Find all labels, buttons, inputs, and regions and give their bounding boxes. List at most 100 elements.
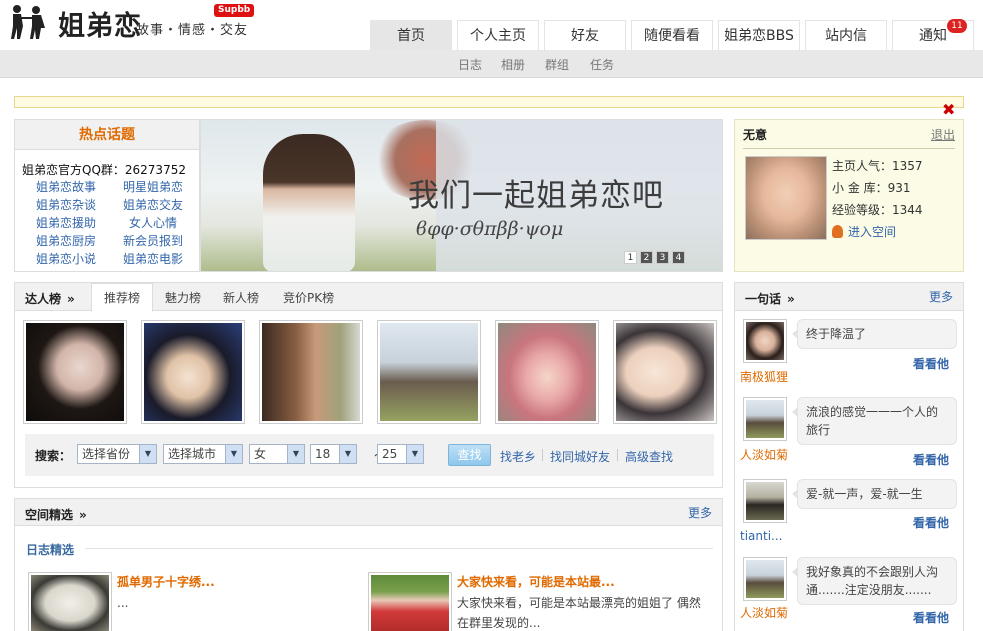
space-picks-title-text: 空间精选 bbox=[25, 508, 74, 522]
logout-link[interactable]: 退出 bbox=[931, 126, 955, 143]
user-avatar[interactable] bbox=[743, 319, 787, 363]
view-profile-link[interactable]: 看看他 bbox=[913, 514, 949, 531]
enter-space-link[interactable]: 进入空间 bbox=[832, 223, 896, 240]
poster-name[interactable]: 人淡如菊 bbox=[740, 446, 788, 463]
chevron-right-icon: » bbox=[67, 292, 75, 306]
stat-popularity: 主页人气：1357 bbox=[832, 159, 923, 173]
view-profile-link[interactable]: 看看他 bbox=[913, 609, 949, 626]
topic-link[interactable]: 姐弟恋小说 bbox=[36, 250, 96, 267]
nav-tab-notifications[interactable]: 通知 11 bbox=[892, 19, 974, 50]
divider bbox=[743, 148, 955, 149]
site-logo[interactable]: 姐弟恋 故事・情感・交友 Supbb bbox=[6, 2, 256, 42]
banner-page-2[interactable]: 2 bbox=[640, 251, 653, 264]
tab-newcomer[interactable]: 新人榜 bbox=[223, 289, 259, 306]
topic-link[interactable]: 姐弟恋杂谈 bbox=[36, 196, 96, 213]
nav-label: 个人主页 bbox=[470, 28, 526, 44]
view-profile-link[interactable]: 看看他 bbox=[913, 451, 949, 468]
nav-tab-browse[interactable]: 随便看看 bbox=[631, 20, 713, 50]
chevron-right-icon: » bbox=[787, 292, 795, 306]
city-select[interactable]: 选择城市 ▼ bbox=[163, 444, 243, 464]
divider bbox=[542, 449, 543, 461]
ranking-tabs: 达人榜 » 推荐榜 魅力榜 新人榜 竞价PK榜 bbox=[15, 283, 722, 312]
search-button[interactable]: 查找 bbox=[448, 444, 491, 466]
tab-recommended[interactable]: 推荐榜 bbox=[91, 283, 154, 312]
more-link[interactable]: 更多 bbox=[929, 288, 953, 305]
tab-bidding-pk[interactable]: 竞价PK榜 bbox=[283, 289, 334, 306]
topic-link[interactable]: 姐弟恋交友 bbox=[123, 196, 183, 213]
blog-excerpt: ... bbox=[117, 596, 129, 610]
poster-name[interactable]: tianti... bbox=[740, 529, 782, 543]
select-value: 18 bbox=[315, 447, 331, 461]
select-value: 女 bbox=[254, 447, 267, 461]
message-bubble: 我好象真的不会跟别人沟通.......注定没朋友....... bbox=[792, 557, 957, 605]
brand-name: 姐弟恋 bbox=[58, 11, 142, 42]
sub-nav: 日志 相册 群组 任务 bbox=[0, 50, 983, 78]
member-photo[interactable] bbox=[495, 320, 599, 424]
topic-link[interactable]: 姐弟恋厨房 bbox=[36, 232, 96, 249]
find-hometown-link[interactable]: 找老乡 bbox=[500, 448, 536, 465]
age-to-select[interactable]: 25 ▼ bbox=[377, 444, 424, 464]
user-avatar[interactable] bbox=[743, 397, 787, 441]
subnav-tasks[interactable]: 任务 bbox=[590, 56, 614, 73]
blog-title[interactable]: 孤单男子十字绣... bbox=[117, 573, 215, 590]
blog-title[interactable]: 大家快来看，可能是本站最... bbox=[457, 573, 615, 590]
subnav-groups[interactable]: 群组 bbox=[545, 56, 569, 73]
blog-thumbnail[interactable] bbox=[28, 572, 112, 631]
supbb-badge: Supbb bbox=[214, 4, 255, 17]
stat-coins: 小 金 库：931 bbox=[832, 181, 911, 195]
gender-select[interactable]: 女 ▼ bbox=[249, 444, 305, 464]
nav-tab-messages[interactable]: 站内信 bbox=[805, 20, 887, 50]
tab-charm[interactable]: 魅力榜 bbox=[165, 289, 201, 306]
notice-bar bbox=[14, 96, 964, 108]
talent-ranking-panel: 达人榜 » 推荐榜 魅力榜 新人榜 竞价PK榜 搜索： 选择省份 ▼ 选择城市 ▼ 女… bbox=[14, 282, 723, 488]
poster-name[interactable]: 人淡如菊 bbox=[740, 604, 788, 621]
nav-tab-friends[interactable]: 好友 bbox=[544, 20, 626, 50]
member-photo[interactable] bbox=[613, 320, 717, 424]
one-liner-title: 一句话 » bbox=[745, 290, 795, 307]
banner-page-1[interactable]: 1 bbox=[624, 251, 637, 264]
message-bubble: 爱-就一声，爱-就一生 bbox=[792, 479, 957, 509]
chevron-down-icon: ▼ bbox=[287, 445, 304, 463]
subnav-album[interactable]: 相册 bbox=[501, 56, 525, 73]
user-avatar[interactable] bbox=[743, 557, 787, 601]
user-avatar[interactable] bbox=[743, 479, 787, 523]
province-select[interactable]: 选择省份 ▼ bbox=[77, 444, 157, 464]
ranking-title: 达人榜 » bbox=[25, 290, 75, 307]
ranking-title-text: 达人榜 bbox=[25, 292, 62, 306]
user-card: 无意 退出 主页人气：1357 小 金 库：931 经验等级：1344 进入空间 bbox=[734, 119, 964, 272]
member-photo[interactable] bbox=[259, 320, 363, 424]
user-avatar[interactable] bbox=[745, 156, 827, 240]
subnav-blog[interactable]: 日志 bbox=[458, 56, 482, 73]
close-icon[interactable]: ✖ bbox=[942, 102, 955, 118]
age-from-select[interactable]: 18 ▼ bbox=[310, 444, 357, 464]
member-photo[interactable] bbox=[377, 320, 481, 424]
member-photo[interactable] bbox=[141, 320, 245, 424]
member-photo[interactable] bbox=[23, 320, 127, 424]
topic-link[interactable]: 姐弟恋援助 bbox=[36, 214, 96, 231]
banner-page-4[interactable]: 4 bbox=[672, 251, 685, 264]
find-local-friends-link[interactable]: 找同城好友 bbox=[550, 448, 610, 465]
banner-page-3[interactable]: 3 bbox=[656, 251, 669, 264]
username[interactable]: 无意 bbox=[743, 126, 767, 143]
one-liner-panel: 一句话 » 更多 南极狐狸 终于降温了 看看他 人淡如菊 流浪的感觉一一一个人的旅… bbox=[734, 282, 964, 631]
advanced-search-link[interactable]: 高级查找 bbox=[625, 448, 673, 465]
medal-icon bbox=[832, 225, 843, 238]
nav-tab-profile[interactable]: 个人主页 bbox=[457, 20, 539, 50]
promo-banner[interactable]: 我们一起姐弟恋吧 ϐφφ·σθπββ·ψομ 1 2 3 4 bbox=[200, 119, 723, 272]
topic-link[interactable]: 女人心情 bbox=[129, 214, 177, 231]
topic-link[interactable]: 姐弟恋电影 bbox=[123, 250, 183, 267]
nav-tab-home[interactable]: 首页 bbox=[370, 20, 452, 50]
topic-link[interactable]: 姐弟恋故事 bbox=[36, 178, 96, 195]
blog-thumbnail[interactable] bbox=[368, 572, 452, 631]
brand-slogan: 故事・情感・交友 bbox=[136, 23, 249, 38]
nav-tab-bbs[interactable]: 姐弟恋BBS bbox=[718, 20, 800, 50]
topic-link[interactable]: 明星姐弟恋 bbox=[123, 178, 183, 195]
poster-name[interactable]: 南极狐狸 bbox=[740, 368, 788, 385]
nav-label: 姐弟恋BBS bbox=[724, 28, 794, 44]
more-link[interactable]: 更多 bbox=[688, 504, 712, 521]
view-profile-link[interactable]: 看看他 bbox=[913, 355, 949, 372]
member-search-bar: 搜索： 选择省份▼ 选择城市▼ 女▼ 18▼ ～ 25▼ 查找 找老乡 找同城好… bbox=[25, 434, 714, 476]
hot-topics-title: 热点话题 bbox=[15, 120, 199, 150]
site-header: 姐弟恋 故事・情感・交友 Supbb 首页 个人主页 好友 随便看看 姐弟恋BB… bbox=[0, 0, 983, 50]
topic-link[interactable]: 新会员报到 bbox=[123, 232, 183, 249]
